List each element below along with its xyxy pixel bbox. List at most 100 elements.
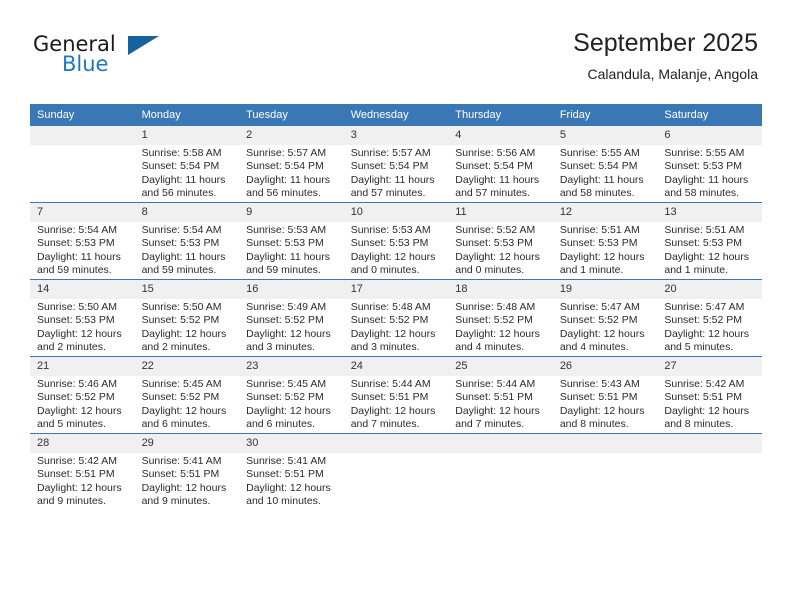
day-cell[interactable]: 18 Sunrise: 5:48 AM Sunset: 5:52 PM Dayl…	[448, 279, 553, 357]
daylight-text-line1: Daylight: 12 hours	[559, 250, 645, 263]
day-number: 22	[134, 357, 240, 376]
day-info: Sunrise: 5:44 AM Sunset: 5:51 PM Dayligh…	[344, 376, 449, 432]
sunset-text: Sunset: 5:52 PM	[559, 314, 638, 327]
day-number	[657, 434, 762, 453]
calendar-week-row: 28 Sunrise: 5:42 AM Sunset: 5:51 PM Dayl…	[30, 433, 762, 510]
day-cell[interactable]: 30 Sunrise: 5:41 AM Sunset: 5:51 PM Dayl…	[239, 433, 344, 510]
day-cell[interactable]: 5 Sunrise: 5:55 AM Sunset: 5:54 PM Dayli…	[552, 126, 658, 203]
day-number: 5	[552, 126, 658, 145]
sunrise-text: Sunrise: 5:53 AM	[350, 224, 431, 236]
day-info	[344, 453, 449, 455]
daylight-text-line1: Daylight: 12 hours	[246, 327, 331, 340]
daylight-text-line1: Daylight: 12 hours	[455, 250, 540, 263]
day-info: Sunrise: 5:57 AM Sunset: 5:54 PM Dayligh…	[239, 145, 344, 201]
day-info: Sunrise: 5:56 AM Sunset: 5:54 PM Dayligh…	[448, 145, 553, 201]
day-cell	[448, 433, 553, 510]
daylight-text-line1: Daylight: 12 hours	[350, 250, 436, 263]
sunset-text: Sunset: 5:51 PM	[37, 468, 115, 481]
day-number: 14	[30, 280, 135, 299]
sunset-text: Sunset: 5:53 PM	[37, 237, 115, 250]
day-info: Sunrise: 5:50 AM Sunset: 5:52 PM Dayligh…	[135, 299, 240, 355]
day-cell[interactable]: 12 Sunrise: 5:51 AM Sunset: 5:53 PM Dayl…	[552, 202, 658, 280]
daylight-text-line2: and 57 minutes.	[455, 187, 530, 200]
day-cell[interactable]: 15 Sunrise: 5:50 AM Sunset: 5:52 PM Dayl…	[134, 279, 240, 357]
day-cell[interactable]: 20 Sunrise: 5:47 AM Sunset: 5:52 PM Dayl…	[657, 279, 762, 357]
day-cell[interactable]: 29 Sunrise: 5:41 AM Sunset: 5:51 PM Dayl…	[134, 433, 240, 510]
daylight-text-line2: and 5 minutes.	[664, 341, 734, 354]
sunrise-text: Sunrise: 5:45 AM	[141, 378, 222, 390]
day-cell[interactable]: 22 Sunrise: 5:45 AM Sunset: 5:52 PM Dayl…	[134, 356, 240, 434]
sunrise-text: Sunrise: 5:44 AM	[350, 378, 431, 390]
daylight-text-line2: and 8 minutes.	[559, 418, 629, 431]
sunrise-text: Sunrise: 5:42 AM	[37, 455, 117, 467]
location-subtitle: Calandula, Malanje, Angola	[587, 66, 758, 82]
day-cell[interactable]: 14 Sunrise: 5:50 AM Sunset: 5:53 PM Dayl…	[30, 279, 135, 357]
daylight-text-line2: and 56 minutes.	[246, 187, 321, 200]
sunrise-text: Sunrise: 5:52 AM	[455, 224, 536, 236]
day-info: Sunrise: 5:42 AM Sunset: 5:51 PM Dayligh…	[30, 453, 135, 509]
day-cell[interactable]: 2 Sunrise: 5:57 AM Sunset: 5:54 PM Dayli…	[239, 126, 344, 203]
daylight-text-line2: and 1 minute.	[559, 264, 624, 277]
sunset-text: Sunset: 5:52 PM	[664, 314, 743, 327]
day-cell[interactable]: 24 Sunrise: 5:44 AM Sunset: 5:51 PM Dayl…	[343, 356, 449, 434]
daylight-text-line2: and 6 minutes.	[246, 418, 316, 431]
day-number: 29	[134, 434, 240, 453]
day-cell[interactable]: 25 Sunrise: 5:44 AM Sunset: 5:51 PM Dayl…	[448, 356, 553, 434]
daylight-text-line2: and 10 minutes.	[246, 495, 321, 508]
daylight-text-line2: and 2 minutes.	[37, 341, 106, 354]
day-cell[interactable]: 4 Sunrise: 5:56 AM Sunset: 5:54 PM Dayli…	[448, 126, 553, 203]
day-info: Sunrise: 5:46 AM Sunset: 5:52 PM Dayligh…	[30, 376, 135, 432]
day-cell[interactable]: 10 Sunrise: 5:53 AM Sunset: 5:53 PM Dayl…	[343, 202, 449, 280]
brand-logo[interactable]: General Blue	[33, 32, 213, 78]
daylight-text-line1: Daylight: 11 hours	[141, 250, 226, 263]
day-cell[interactable]: 19 Sunrise: 5:47 AM Sunset: 5:52 PM Dayl…	[552, 279, 658, 357]
day-number: 23	[239, 357, 344, 376]
sunset-text: Sunset: 5:54 PM	[141, 160, 220, 173]
day-cell[interactable]: 8 Sunrise: 5:54 AM Sunset: 5:53 PM Dayli…	[134, 202, 240, 280]
day-info	[30, 145, 135, 147]
daylight-text-line1: Daylight: 12 hours	[664, 404, 750, 417]
calendar-table: Sunday Monday Tuesday Wednesday Thursday…	[30, 104, 762, 510]
day-cell[interactable]: 17 Sunrise: 5:48 AM Sunset: 5:52 PM Dayl…	[343, 279, 449, 357]
day-cell[interactable]: 26 Sunrise: 5:43 AM Sunset: 5:51 PM Dayl…	[552, 356, 658, 434]
day-cell[interactable]: 21 Sunrise: 5:46 AM Sunset: 5:52 PM Dayl…	[30, 356, 135, 434]
day-cell[interactable]: 9 Sunrise: 5:53 AM Sunset: 5:53 PM Dayli…	[239, 202, 344, 280]
sunset-text: Sunset: 5:52 PM	[455, 314, 533, 327]
day-cell[interactable]: 7 Sunrise: 5:54 AM Sunset: 5:53 PM Dayli…	[30, 202, 135, 280]
sunrise-text: Sunrise: 5:57 AM	[246, 147, 327, 159]
day-info: Sunrise: 5:54 AM Sunset: 5:53 PM Dayligh…	[30, 222, 135, 278]
sunset-text: Sunset: 5:51 PM	[350, 391, 429, 404]
day-cell[interactable]: 16 Sunrise: 5:49 AM Sunset: 5:52 PM Dayl…	[239, 279, 344, 357]
sunrise-text: Sunrise: 5:41 AM	[141, 455, 222, 467]
day-cell[interactable]: 3 Sunrise: 5:57 AM Sunset: 5:54 PM Dayli…	[343, 126, 449, 203]
sunset-text: Sunset: 5:54 PM	[350, 160, 429, 173]
day-cell[interactable]: 28 Sunrise: 5:42 AM Sunset: 5:51 PM Dayl…	[30, 433, 135, 510]
sunset-text: Sunset: 5:54 PM	[246, 160, 324, 173]
day-cell[interactable]: 11 Sunrise: 5:52 AM Sunset: 5:53 PM Dayl…	[448, 202, 553, 280]
day-cell[interactable]: 23 Sunrise: 5:45 AM Sunset: 5:52 PM Dayl…	[239, 356, 344, 434]
day-number	[552, 434, 658, 453]
daylight-text-line1: Daylight: 11 hours	[559, 173, 644, 186]
daylight-text-line1: Daylight: 12 hours	[141, 481, 227, 494]
day-cell[interactable]: 27 Sunrise: 5:42 AM Sunset: 5:51 PM Dayl…	[657, 356, 762, 434]
day-number: 24	[343, 357, 449, 376]
day-cell[interactable]: 1 Sunrise: 5:58 AM Sunset: 5:54 PM Dayli…	[134, 126, 240, 203]
day-info: Sunrise: 5:50 AM Sunset: 5:53 PM Dayligh…	[30, 299, 135, 355]
sunrise-text: Sunrise: 5:49 AM	[246, 301, 327, 313]
day-info: Sunrise: 5:53 AM Sunset: 5:53 PM Dayligh…	[344, 222, 449, 278]
sunset-text: Sunset: 5:53 PM	[37, 314, 115, 327]
day-info: Sunrise: 5:58 AM Sunset: 5:54 PM Dayligh…	[135, 145, 240, 201]
sunset-text: Sunset: 5:51 PM	[559, 391, 638, 404]
sunset-text: Sunset: 5:52 PM	[141, 314, 220, 327]
day-info: Sunrise: 5:51 AM Sunset: 5:53 PM Dayligh…	[657, 222, 762, 278]
day-number: 25	[448, 357, 553, 376]
daylight-text-line1: Daylight: 12 hours	[246, 404, 331, 417]
day-cell[interactable]: 13 Sunrise: 5:51 AM Sunset: 5:53 PM Dayl…	[657, 202, 762, 280]
daylight-text-line2: and 56 minutes.	[141, 187, 217, 200]
day-cell[interactable]: 6 Sunrise: 5:55 AM Sunset: 5:53 PM Dayli…	[657, 126, 762, 203]
day-info	[448, 453, 553, 455]
sunrise-text: Sunrise: 5:47 AM	[559, 301, 640, 313]
daylight-text-line2: and 59 minutes.	[246, 264, 321, 277]
sunrise-text: Sunrise: 5:55 AM	[664, 147, 745, 159]
sunset-text: Sunset: 5:52 PM	[350, 314, 429, 327]
